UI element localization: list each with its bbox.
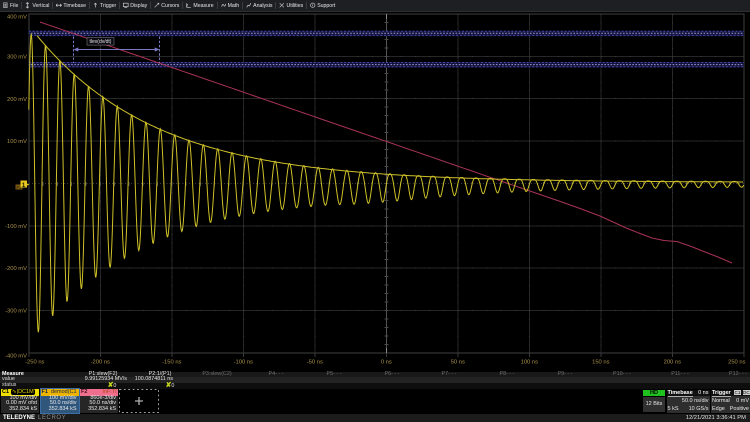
svg-text:100 ns: 100 ns (521, 360, 539, 366)
svg-text:250 ns: 250 ns (728, 360, 746, 366)
svg-text:400 mV: 400 mV (7, 15, 27, 21)
svg-text:-50 ns: -50 ns (307, 360, 323, 366)
svg-text:200 mV: 200 mV (7, 97, 27, 103)
svg-text:0 ns: 0 ns (381, 360, 392, 366)
svg-text:200 ns: 200 ns (664, 360, 682, 366)
svg-text:150 ns: 150 ns (592, 360, 610, 366)
svg-text:300 mV: 300 mV (7, 55, 27, 61)
svg-text:-250 ns: -250 ns (25, 360, 44, 366)
svg-text:tlev(dv/dt): tlev(dv/dt) (90, 39, 112, 45)
svg-text:-300 mV: -300 mV (5, 309, 27, 315)
svg-text:-400 mV: -400 mV (5, 354, 27, 360)
svg-text:50 ns: 50 ns (451, 360, 465, 366)
svg-text:-100 ns: -100 ns (234, 360, 253, 366)
svg-text:-100 mV: -100 mV (5, 224, 27, 230)
svg-text:-150 ns: -150 ns (162, 360, 181, 366)
svg-text:-200 ns: -200 ns (91, 360, 110, 366)
svg-text:100 mV: 100 mV (7, 139, 27, 145)
svg-text:-200 mV: -200 mV (5, 266, 27, 272)
